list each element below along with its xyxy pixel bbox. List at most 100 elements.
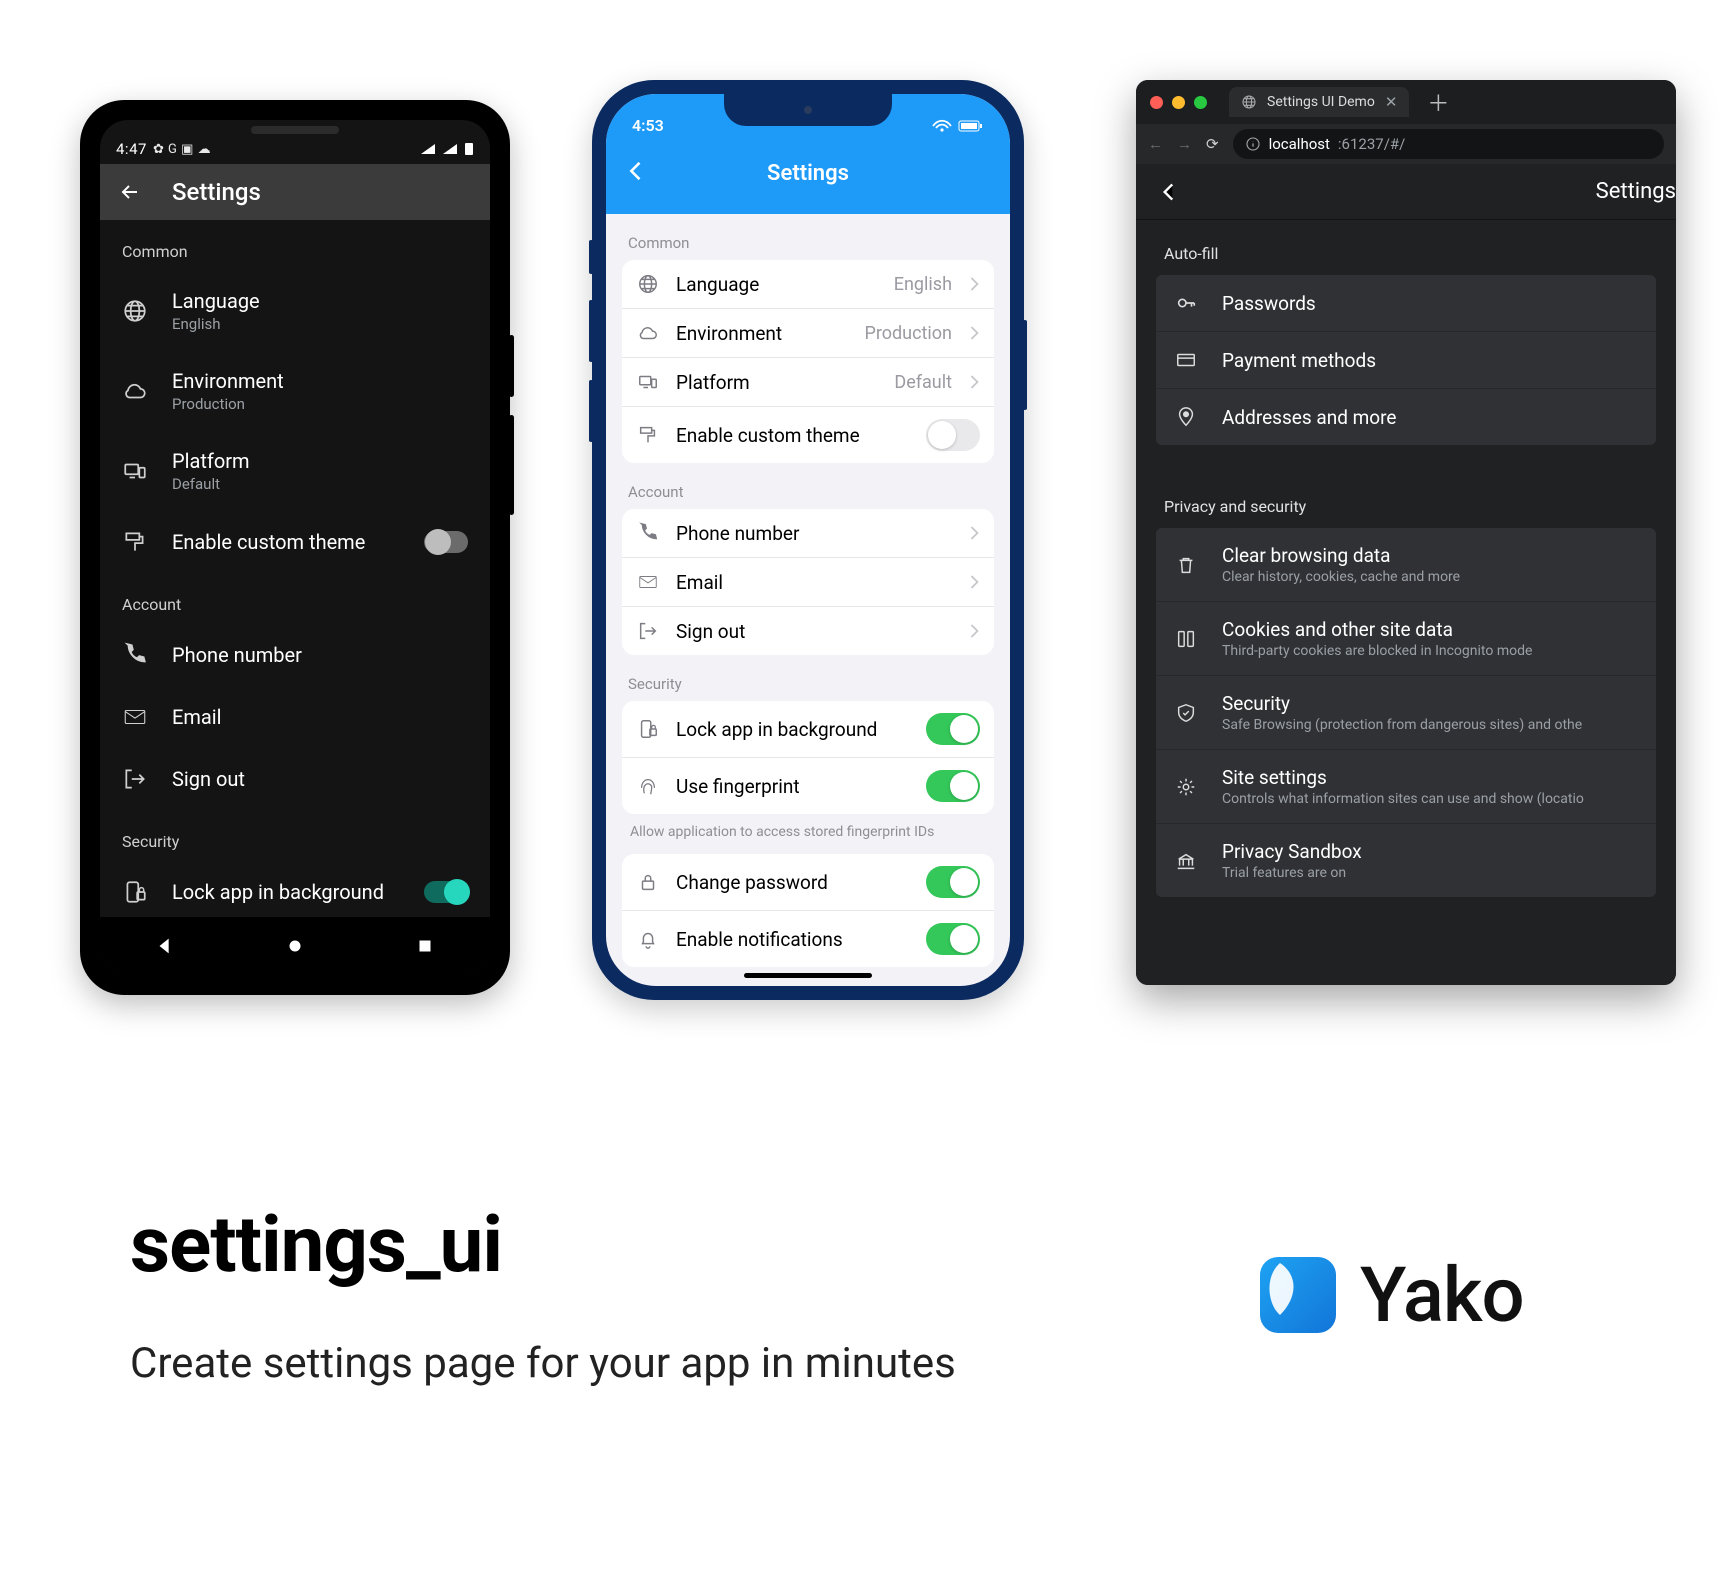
android-screen: 4:47 ✿ G ▣ ☁ Settings Common Language En…	[100, 120, 490, 975]
row-lock-app[interactable]: Lock app in background	[622, 701, 994, 758]
android-nav-recents[interactable]	[414, 935, 436, 957]
back-icon[interactable]	[118, 180, 142, 204]
browser-tab-strip: Settings UI Demo ✕ ＋	[1136, 80, 1676, 124]
android-nav-back[interactable]	[154, 935, 176, 957]
toggle-lock-app[interactable]	[926, 713, 980, 745]
row-language[interactable]: Language English	[100, 271, 490, 351]
new-tab-button[interactable]: ＋	[1419, 86, 1457, 118]
card-account: Phone number Email Sign out	[622, 509, 994, 655]
row-platform[interactable]: Platform Default	[622, 358, 994, 407]
row-lock-app[interactable]: Lock app in background	[100, 861, 490, 923]
minimize-window-icon[interactable]	[1172, 96, 1185, 109]
row-payment[interactable]: Payment methods	[1156, 332, 1656, 389]
row-change-password[interactable]: Change password	[622, 854, 994, 911]
row-security[interactable]: Security Safe Browsing (protection from …	[1156, 676, 1656, 750]
back-icon[interactable]	[622, 157, 650, 185]
card-security-2: Change password Enable notifications	[622, 854, 994, 967]
cloud-icon	[122, 378, 148, 404]
card-common: Language English Environment Production …	[622, 260, 994, 463]
pin-icon	[1174, 405, 1198, 429]
row-notifications[interactable]: Enable notifications	[622, 911, 994, 967]
value-language: English	[172, 315, 468, 333]
row-phone[interactable]: Phone number	[622, 509, 994, 558]
browser-reload-icon[interactable]: ⟳	[1206, 135, 1219, 153]
chevron-right-icon	[968, 324, 980, 342]
chevron-right-icon	[968, 373, 980, 391]
browser-tab[interactable]: Settings UI Demo ✕	[1229, 87, 1409, 117]
android-navbar	[100, 917, 490, 975]
row-fingerprint[interactable]: Use fingerprint	[622, 758, 994, 814]
row-email[interactable]: Email	[100, 686, 490, 748]
row-passwords[interactable]: Passwords	[1156, 275, 1656, 332]
phone-icon	[122, 642, 148, 668]
devices-icon	[636, 370, 660, 394]
row-clear-browsing-data[interactable]: Clear browsing data Clear history, cooki…	[1156, 528, 1656, 602]
row-platform[interactable]: Platform Default	[100, 431, 490, 511]
toggle-notifications[interactable]	[926, 923, 980, 955]
android-status-time: 4:47	[116, 140, 147, 158]
row-cookies[interactable]: Cookies and other site data Third-party …	[1156, 602, 1656, 676]
signout-icon	[122, 766, 148, 792]
web-appbar: Settings	[1136, 164, 1676, 220]
row-privacy-sandbox[interactable]: Privacy Sandbox Trial features are on	[1156, 824, 1656, 897]
yako-logo-icon	[1260, 1257, 1336, 1333]
row-language[interactable]: Language English	[622, 260, 994, 309]
row-theme[interactable]: Enable custom theme	[100, 511, 490, 573]
phone-icon	[636, 521, 660, 545]
close-tab-icon[interactable]: ✕	[1385, 93, 1398, 111]
chevron-right-icon	[968, 622, 980, 640]
url-path: :61237/#/	[1338, 135, 1405, 153]
android-phone-mock: 4:47 ✿ G ▣ ☁ Settings Common Language En…	[80, 100, 510, 995]
android-nav-home[interactable]	[284, 935, 306, 957]
brand-badge: Yako	[1260, 1250, 1524, 1340]
row-signout[interactable]: Sign out	[100, 748, 490, 810]
fingerprint-hint: Allow application to access stored finge…	[606, 814, 1010, 844]
row-environment[interactable]: Environment Production	[622, 309, 994, 358]
paint-icon	[636, 423, 660, 447]
ios-notch	[724, 94, 892, 126]
browser-toolbar: ← → ⟳ localhost:61237/#/	[1136, 124, 1676, 164]
ios-status-time: 4:53	[632, 116, 664, 135]
section-header-common: Common	[606, 214, 1010, 260]
back-icon[interactable]	[1156, 179, 1182, 205]
ios-home-indicator[interactable]	[744, 973, 872, 978]
section-header-common: Common	[100, 220, 490, 271]
label-language: Language	[172, 289, 468, 313]
section-header-privacy: Privacy and security	[1136, 473, 1676, 528]
browser-back-icon[interactable]: ←	[1148, 135, 1163, 153]
web-browser-mock: Settings UI Demo ✕ ＋ ← → ⟳ localhost:612…	[1136, 80, 1676, 985]
row-email[interactable]: Email	[622, 558, 994, 607]
row-theme[interactable]: Enable custom theme	[622, 407, 994, 463]
toggle-theme[interactable]	[424, 531, 468, 553]
lock-app-icon	[122, 879, 148, 905]
card-privacy: Clear browsing data Clear history, cooki…	[1156, 528, 1656, 897]
card-security-1: Lock app in background Use fingerprint	[622, 701, 994, 814]
maximize-window-icon[interactable]	[1194, 96, 1207, 109]
toggle-change-password[interactable]	[926, 866, 980, 898]
row-environment[interactable]: Environment Production	[100, 351, 490, 431]
toggle-theme[interactable]	[926, 419, 980, 451]
row-site-settings[interactable]: Site settings Controls what information …	[1156, 750, 1656, 824]
row-addresses[interactable]: Addresses and more	[1156, 389, 1656, 445]
row-signout[interactable]: Sign out	[622, 607, 994, 655]
mail-icon	[122, 704, 148, 730]
ios-title: Settings	[767, 161, 849, 186]
card-autofill: Passwords Payment methods Addresses and …	[1156, 275, 1656, 445]
lock-app-icon	[636, 717, 660, 741]
address-bar[interactable]: localhost:61237/#/	[1233, 129, 1664, 159]
row-phone[interactable]: Phone number	[100, 624, 490, 686]
devices-icon	[122, 458, 148, 484]
window-controls[interactable]	[1150, 96, 1207, 109]
gear-icon	[1174, 775, 1198, 799]
globe-icon	[636, 272, 660, 296]
brand-name: Yako	[1360, 1250, 1524, 1340]
key-icon	[1174, 291, 1198, 315]
trash-icon	[1174, 553, 1198, 577]
section-header-autofill: Auto-fill	[1136, 220, 1676, 275]
browser-forward-icon[interactable]: →	[1177, 135, 1192, 153]
close-window-icon[interactable]	[1150, 96, 1163, 109]
ios-phone-mock: 4:53 Settings Common Language English	[592, 80, 1024, 1000]
toggle-fingerprint[interactable]	[926, 770, 980, 802]
android-title: Settings	[172, 178, 261, 206]
toggle-lock-app[interactable]	[424, 881, 468, 903]
